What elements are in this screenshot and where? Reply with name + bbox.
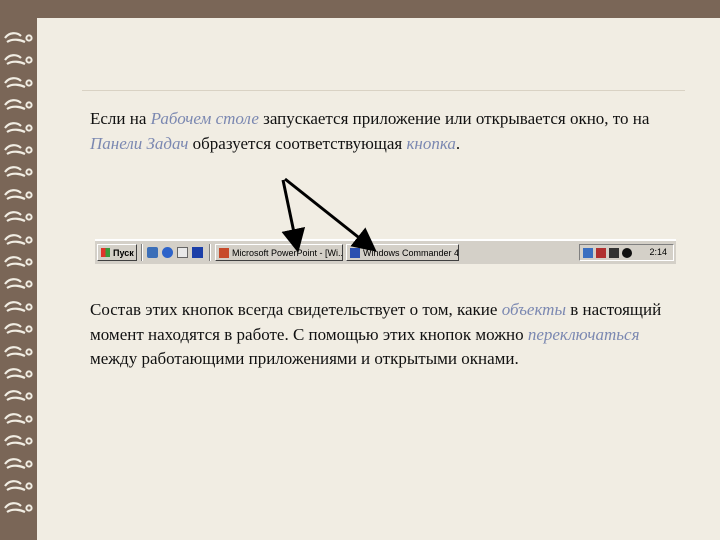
pointer-arrows (281, 177, 377, 253)
text: Состав этих кнопок всегда свидетельствуе… (90, 300, 502, 319)
term-objects: объекты (501, 300, 566, 319)
text: между работающими приложениями и открыты… (90, 349, 519, 368)
paragraph-taskbar-buttons: Состав этих кнопок всегда свидетельствуе… (90, 298, 680, 372)
arrow-to-task-1 (281, 179, 306, 253)
arrow-to-task-2 (284, 177, 377, 252)
term-switch: переключаться (527, 324, 640, 344)
